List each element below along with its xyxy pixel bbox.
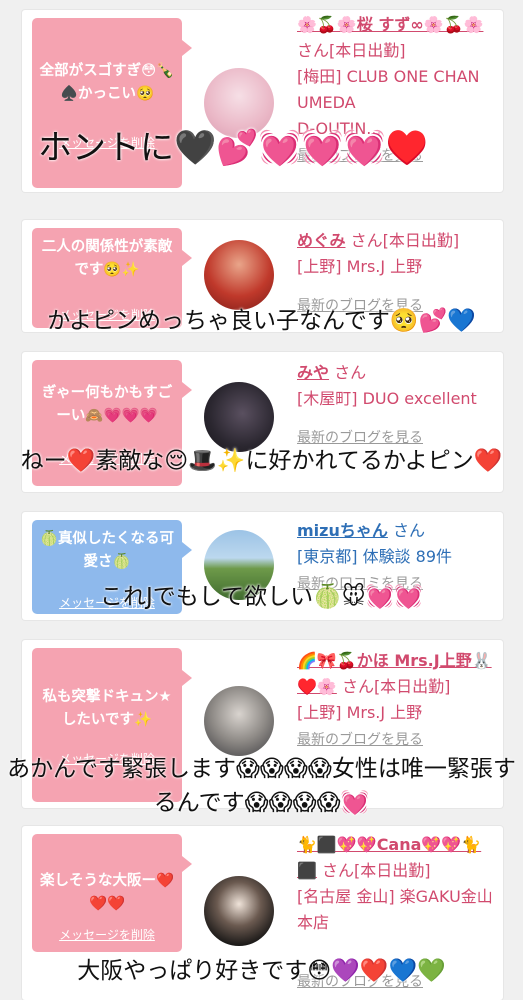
profile-info: みや さん [木屋町] DUO excellent 最新のブログを見る xyxy=(297,360,495,446)
shop-name: [上野] Mrs.J 上野 xyxy=(297,703,423,722)
message-text: 楽しそうな大阪ー❤️❤️❤️ xyxy=(39,873,175,912)
profile-name-link[interactable]: 🌸🍒🌸桜 すず∞🌸🍒🌸 xyxy=(297,15,483,34)
profile-name-link[interactable]: mizuちゃん xyxy=(297,521,388,540)
overlay-caption-6: 大阪やっぱり好きです😳💜❤️💙💚 xyxy=(77,958,446,984)
shop-name: [梅田] CLUB ONE CHAN UMEDA xyxy=(297,67,480,112)
avatar[interactable] xyxy=(204,686,274,756)
overlay-caption-3: ねー❤️素敵な😌🎩✨に好かれてるかよピン❤️ xyxy=(20,448,503,474)
avatar[interactable] xyxy=(204,876,274,946)
profile-info: 🐈⬛💖💖Cana💖💖🐈⬛ さん[本日出勤] [名古屋 金山] 楽GAKU金山本店… xyxy=(297,832,495,990)
profile-status: さん[本日出勤] xyxy=(322,861,431,880)
profile-status: さん xyxy=(392,521,425,540)
profile-info: めぐみ さん[本日出勤] [上野] Mrs.J 上野 最新のブログを見る xyxy=(297,228,495,314)
profile-status: さん[本日出勤] xyxy=(350,231,460,250)
shop-name: [上野] Mrs.J 上野 xyxy=(297,257,423,276)
message-text: 二人の関係性が素敵です🥺✨ xyxy=(41,239,173,278)
profile-status: さん[本日出勤] xyxy=(297,41,406,60)
overlay-caption-2: かよピンめっちゃ良い子なんです🥺💕💙 xyxy=(47,308,476,334)
overlay-caption-1: ホントに🖤💕💓💓💓♥️ xyxy=(38,128,429,168)
profile-name-link[interactable]: めぐみ xyxy=(297,231,345,250)
profile-status: さん xyxy=(334,363,367,382)
shop-name: [木屋町] DUO excellent xyxy=(297,389,477,408)
message-text: 全部がスゴすぎ😳🍾♠️かっこい🥺 xyxy=(39,63,175,102)
avatar[interactable] xyxy=(204,240,274,310)
overlay-caption-5: あかんです緊張します😱😱😱😱女性は唯一緊張するんです😱😱😱😱💓 xyxy=(7,756,516,816)
profile-status: さん[本日出勤] xyxy=(341,677,451,696)
shop-name: [名古屋 金山] 楽GAKU金山本店 xyxy=(297,887,493,932)
profile-name-link[interactable]: みや xyxy=(297,363,329,382)
profile-info: 🌈🎀🍒かほ Mrs.J上野🐰♥️🌸 さん[本日出勤] [上野] Mrs.J 上野… xyxy=(297,648,495,753)
message-text: 私も突撃ドキュン★したいです✨ xyxy=(42,689,172,728)
message-text: ぎゃー何もかもすごーい🙈💗💗💗 xyxy=(41,385,173,424)
latest-blog-link[interactable]: 最新のブログを見る xyxy=(297,732,423,748)
review-count: [東京都] 体験談 89件 xyxy=(297,547,453,566)
message-bubble: 楽しそうな大阪ー❤️❤️❤️ メッセージを削除 xyxy=(32,834,192,952)
avatar[interactable] xyxy=(204,382,274,452)
message-text: 🍈真似したくなる可愛さ🍈 xyxy=(39,531,175,570)
overlay-caption-4: これJでもして欲しい🍈🐭💓💓 xyxy=(100,584,423,610)
delete-message-link[interactable]: メッセージを削除 xyxy=(32,924,182,947)
